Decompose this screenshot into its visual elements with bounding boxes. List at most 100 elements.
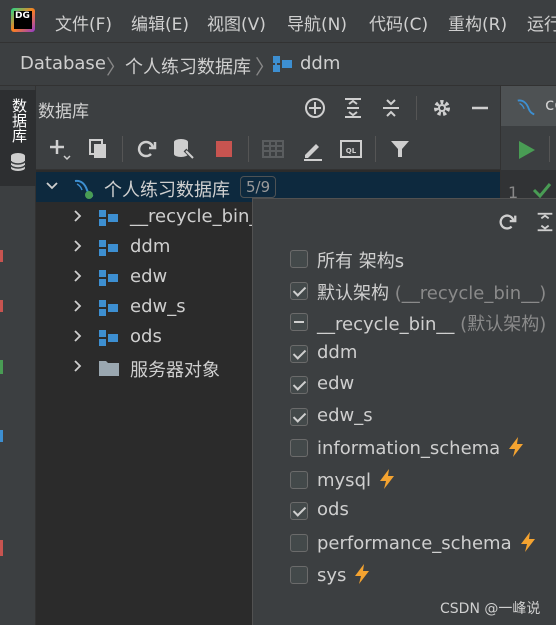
stop-icon[interactable]	[212, 137, 236, 161]
option-label: edw_s	[317, 405, 373, 426]
checkbox[interactable]	[290, 566, 308, 584]
chevron-down-icon[interactable]	[46, 179, 58, 193]
menu-run[interactable]: 运行	[527, 10, 556, 35]
option-label: 所有 架构s	[317, 251, 405, 272]
menu-bar: DG 文件(F) 编辑(E) 视图(V) 导航(N) 代码(C) 重构(R) 运…	[0, 0, 556, 42]
tree-label: edw_s	[130, 296, 186, 317]
chevron-right-icon[interactable]	[72, 209, 84, 223]
data-source-properties-icon[interactable]	[172, 137, 196, 161]
crosshair-icon[interactable]	[303, 96, 327, 120]
option-label: information_schema	[317, 436, 526, 459]
chevron-right-icon[interactable]	[72, 359, 84, 373]
collapse-all-icon[interactable]	[379, 96, 403, 120]
database-toolbar: QL	[36, 130, 500, 170]
separator	[375, 136, 376, 162]
tree-label: __recycle_bin__	[130, 206, 268, 227]
chevron-right-icon[interactable]	[72, 239, 84, 253]
checkbox[interactable]	[290, 471, 308, 489]
tree-label: edw	[130, 266, 168, 287]
checkbox[interactable]	[290, 345, 308, 363]
option-name: information_schema	[317, 438, 501, 459]
refresh-icon[interactable]	[134, 137, 158, 161]
schema-icon	[99, 300, 118, 316]
edit-icon[interactable]	[301, 137, 325, 161]
separator	[248, 136, 249, 162]
schema-count-badge: 5/9	[240, 176, 277, 198]
checkbox[interactable]	[290, 408, 308, 426]
breadcrumb-datasource[interactable]: 个人练习数据库	[125, 53, 251, 79]
schema-option[interactable]: 默认架构 (__recycle_bin__)	[290, 277, 556, 307]
mysql-icon	[74, 179, 94, 199]
menu-navigate[interactable]: 导航(N)	[287, 10, 347, 35]
option-label: 默认架构 (__recycle_bin__)	[317, 279, 546, 305]
schema-option[interactable]: sys	[290, 561, 556, 591]
breadcrumb-database[interactable]: Database	[20, 53, 106, 74]
schema-option[interactable]: edw_s	[290, 403, 556, 433]
chevron-right-icon[interactable]	[72, 269, 84, 283]
menu-code[interactable]: 代码(C)	[369, 10, 428, 35]
query-console-icon[interactable]: QL	[339, 137, 363, 161]
tree-label: ddm	[130, 236, 171, 257]
menu-view[interactable]: 视图(V)	[207, 10, 266, 35]
option-label: ddm	[317, 342, 358, 363]
menu-edit[interactable]: 编辑(E)	[131, 10, 189, 35]
checkbox[interactable]	[290, 376, 308, 394]
app-logo-text: DG	[14, 11, 32, 29]
option-label: mysql	[317, 468, 397, 491]
separator	[122, 136, 123, 162]
schema-option[interactable]: __recycle_bin__ (默认架构)	[290, 308, 556, 338]
checkbox[interactable]	[290, 502, 308, 520]
schema-option[interactable]: ddm	[290, 340, 556, 370]
option-label: performance_schema	[317, 531, 538, 554]
schema-icon	[99, 210, 118, 226]
separator	[549, 136, 550, 162]
schema-icon	[99, 240, 118, 256]
folder-icon	[99, 361, 119, 376]
option-name: sys	[317, 565, 347, 586]
breadcrumb: Database 〉 个人练习数据库 〉 ddm	[0, 42, 556, 86]
tree-label: ods	[130, 326, 162, 347]
database-icon	[10, 153, 26, 171]
tree-label: 服务器对象	[130, 360, 220, 381]
schema-option[interactable]: edw	[290, 371, 556, 401]
edge-markers	[0, 240, 3, 600]
expand-all-icon[interactable]	[341, 96, 365, 120]
option-label: __recycle_bin__ (默认架构)	[317, 310, 546, 336]
chevron-right-icon[interactable]	[72, 329, 84, 343]
menu-refactor[interactable]: 重构(R)	[448, 10, 507, 35]
database-tool-tab-label: 数据库	[10, 98, 28, 143]
chevron-right-icon[interactable]	[72, 299, 84, 313]
gear-icon[interactable]	[430, 96, 454, 120]
checkbox[interactable]	[290, 250, 308, 268]
checkbox[interactable]	[290, 313, 308, 331]
checkbox[interactable]	[290, 439, 308, 457]
minimize-icon[interactable]	[468, 96, 492, 120]
checkbox[interactable]	[290, 534, 308, 552]
option-name: mysql	[317, 470, 371, 491]
menu-file[interactable]: 文件(F)	[55, 10, 112, 35]
run-icon[interactable]	[517, 139, 537, 161]
schema-icon	[99, 330, 118, 346]
refresh-icon[interactable]	[496, 211, 518, 233]
copy-icon[interactable]	[86, 137, 110, 161]
popup-toolbar	[253, 199, 556, 243]
svg-text:QL: QL	[346, 147, 357, 155]
schema-option[interactable]: 所有 架构s	[290, 245, 556, 275]
schema-option[interactable]: information_schema	[290, 434, 556, 464]
schema-option[interactable]: performance_schema	[290, 529, 556, 559]
schema-option[interactable]: mysql	[290, 466, 556, 496]
watermark: CSDN @一峰说	[440, 601, 541, 617]
database-panel-header: 数据库	[36, 86, 500, 130]
expand-all-icon[interactable]	[534, 211, 556, 233]
separator	[416, 96, 417, 120]
option-name: __recycle_bin__	[317, 314, 455, 335]
lightning-icon	[355, 564, 370, 584]
mysql-icon	[517, 99, 535, 116]
breadcrumb-schema[interactable]: ddm	[300, 53, 340, 74]
filter-icon[interactable]	[388, 137, 412, 161]
option-label: edw	[317, 373, 355, 394]
add-icon[interactable]	[48, 137, 72, 161]
panel-title: 数据库	[38, 102, 89, 122]
checkbox[interactable]	[290, 282, 308, 300]
schema-option[interactable]: ods	[290, 497, 556, 527]
